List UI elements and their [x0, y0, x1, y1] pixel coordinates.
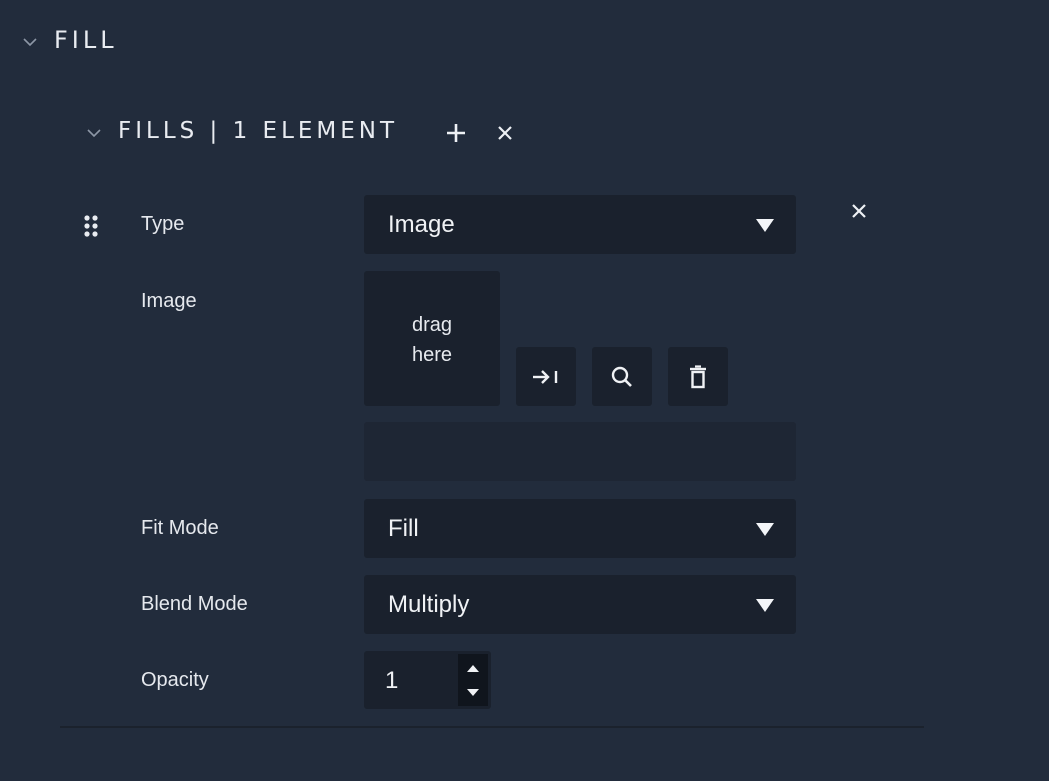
- search-button[interactable]: [592, 347, 652, 406]
- increment-icon[interactable]: [466, 664, 480, 673]
- opacity-stepper[interactable]: 1: [364, 651, 491, 709]
- fills-title[interactable]: FILLS | 1 ELEMENT: [118, 118, 398, 144]
- type-label: Type: [141, 213, 185, 235]
- assign-button[interactable]: [516, 347, 576, 406]
- dropdown-caret-icon: [756, 218, 774, 232]
- blend-mode-label: Blend Mode: [141, 593, 248, 615]
- image-drop-zone[interactable]: drag here: [364, 271, 500, 406]
- chevron-down-icon[interactable]: [86, 127, 102, 139]
- blend-mode-select[interactable]: Multiply: [364, 575, 796, 634]
- chevron-down-icon[interactable]: [22, 36, 38, 48]
- plus-icon[interactable]: [445, 122, 467, 144]
- trash-icon: [690, 364, 706, 388]
- opacity-label: Opacity: [141, 669, 209, 691]
- fit-mode-label: Fit Mode: [141, 517, 219, 539]
- fit-mode-value: Fill: [388, 514, 419, 542]
- drag-handle-icon[interactable]: [83, 214, 99, 238]
- search-icon: [611, 366, 632, 387]
- type-value: Image: [388, 210, 455, 238]
- fit-mode-select[interactable]: Fill: [364, 499, 796, 558]
- image-path-field[interactable]: [364, 422, 796, 481]
- section-divider: [60, 726, 924, 728]
- opacity-value[interactable]: 1: [385, 667, 398, 695]
- blend-mode-value: Multiply: [388, 590, 470, 618]
- stepper-buttons: [458, 654, 488, 706]
- decrement-icon[interactable]: [466, 688, 480, 697]
- delete-button[interactable]: [668, 347, 728, 406]
- type-select[interactable]: Image: [364, 195, 796, 254]
- close-icon[interactable]: [850, 202, 868, 220]
- dropdown-caret-icon: [756, 522, 774, 536]
- dropdown-caret-icon: [756, 598, 774, 612]
- assign-icon: [533, 369, 558, 384]
- drop-text-line1: drag: [411, 314, 453, 336]
- section-title[interactable]: FILL: [54, 26, 118, 54]
- drop-text-line2: here: [411, 344, 453, 366]
- image-label: Image: [141, 290, 197, 312]
- close-icon[interactable]: [496, 124, 514, 142]
